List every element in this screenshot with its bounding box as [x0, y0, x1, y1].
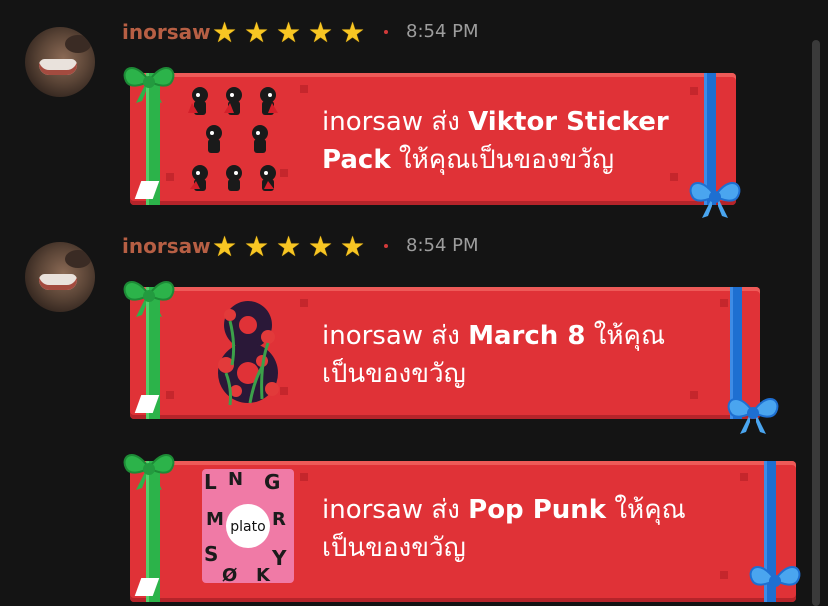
gift-message: inorsaw ส่ง March 8 ให้คุณเป็นของขวัญ — [322, 317, 702, 393]
svg-text:Ø: Ø — [222, 565, 237, 583]
username[interactable]: inorsaw — [122, 231, 211, 261]
svg-text:M: M — [206, 509, 224, 530]
svg-text:N: N — [228, 469, 243, 490]
star-icon: ★ — [276, 230, 302, 263]
star-icon: ★ — [308, 16, 334, 49]
gift-message: inorsaw ส่ง Pop Punk ให้คุณเป็นของขวัญ — [322, 491, 702, 567]
march8-thumbnail — [218, 301, 279, 406]
gift-prefix: inorsaw ส่ง — [322, 321, 469, 351]
username[interactable]: inorsaw — [122, 17, 211, 47]
timestamp: 8:54 PM — [406, 235, 479, 256]
gift-prefix: inorsaw ส่ง — [322, 107, 469, 137]
star-icon: ★ — [244, 230, 270, 263]
green-bow-icon — [123, 67, 175, 103]
pop-punk-thumbnail: LN G M R S Y Ø K plato — [202, 469, 294, 583]
gift-item-name: March 8 — [468, 321, 586, 351]
viktor-sticker-thumbnail — [188, 87, 278, 191]
gift-item-name: Pop Punk — [468, 495, 607, 525]
gift-suffix: ให้คุณเป็นของขวัญ — [390, 145, 614, 175]
blue-bow-icon — [727, 398, 779, 434]
message-header: inorsaw ★ ★ ★ ★ ★ 8:54 PM — [0, 17, 500, 47]
svg-text:L: L — [204, 470, 217, 494]
svg-text:Y: Y — [271, 546, 287, 570]
star-icon: ★ — [308, 230, 334, 263]
blue-bow-icon — [749, 566, 801, 587]
scrollbar[interactable] — [812, 40, 820, 606]
svg-text:S: S — [204, 542, 218, 566]
gift-card[interactable]: inorsaw ส่ง Viktor Sticker Pack ให้คุณเป… — [130, 73, 736, 205]
star-icon: ★ — [276, 16, 302, 49]
gift-prefix: inorsaw ส่ง — [322, 495, 469, 525]
star-icon: ★ — [340, 230, 366, 263]
star-icon: ★ — [212, 16, 238, 49]
star-icon: ★ — [212, 230, 238, 263]
gift-card[interactable]: LN G M R S Y Ø K plato inorsaw ส่ง Pop Punk… — [130, 461, 796, 602]
green-bow-icon — [123, 454, 175, 490]
star-icon: ★ — [340, 16, 366, 49]
blue-bow-icon — [689, 182, 741, 218]
svg-text:R: R — [272, 509, 286, 530]
timestamp: 8:54 PM — [406, 21, 479, 42]
green-bow-icon — [123, 281, 175, 317]
message-header: inorsaw ★ ★ ★ ★ ★ 8:54 PM — [0, 231, 500, 261]
gift-card[interactable]: inorsaw ส่ง March 8 ให้คุณเป็นของขวัญ — [130, 287, 760, 419]
gift-message: inorsaw ส่ง Viktor Sticker Pack ให้คุณเป… — [322, 103, 702, 179]
svg-text:K: K — [256, 565, 271, 583]
svg-text:G: G — [264, 470, 280, 494]
plato-logo: plato — [230, 519, 265, 535]
star-icon: ★ — [244, 16, 270, 49]
